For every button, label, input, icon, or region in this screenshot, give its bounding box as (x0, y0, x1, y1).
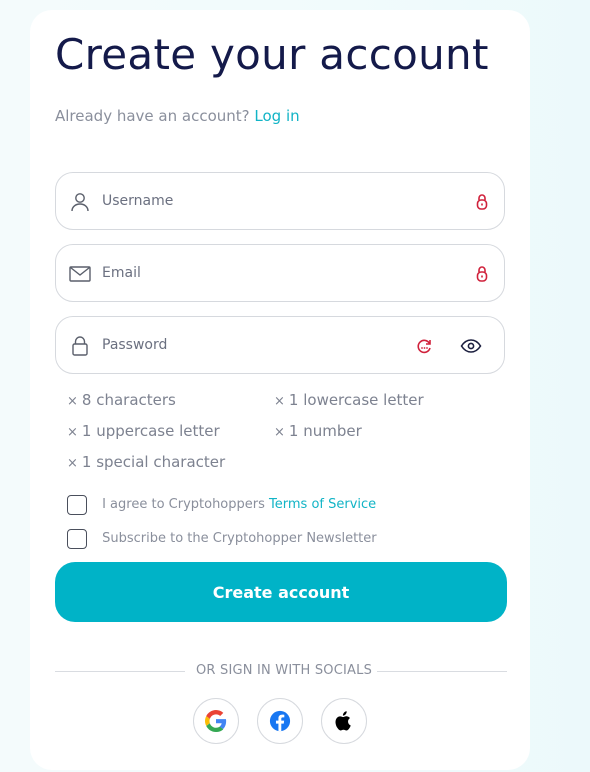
apple-icon (335, 711, 351, 731)
requirement-lowercase: × 1 lowercase letter (274, 391, 424, 409)
social-divider-label: OR SIGN IN WITH SOCIALS (196, 663, 373, 678)
user-icon (68, 190, 92, 214)
cross-icon: × (274, 394, 285, 409)
newsletter-row: Subscribe to the Cryptohopper Newsletter (67, 528, 377, 550)
password-manager-lock-icon[interactable] (472, 264, 492, 284)
cross-icon: × (274, 425, 285, 440)
divider-line-right (377, 671, 507, 672)
username-field[interactable] (55, 172, 505, 230)
requirement-length: × 8 characters (67, 391, 176, 409)
google-signin-button[interactable] (193, 698, 239, 744)
terms-checkbox[interactable] (67, 494, 87, 515)
password-input[interactable] (102, 331, 402, 359)
create-account-button[interactable]: Create account (55, 562, 507, 622)
email-field[interactable] (55, 244, 505, 302)
cross-icon: × (67, 456, 78, 471)
requirement-uppercase: × 1 uppercase letter (67, 422, 220, 440)
terms-label: I agree to Cryptohoppers Terms of Servic… (102, 497, 377, 512)
cross-icon: × (67, 394, 78, 409)
password-manager-lock-icon[interactable] (472, 192, 492, 212)
envelope-icon (68, 262, 92, 286)
facebook-icon (269, 710, 291, 732)
cross-icon: × (67, 425, 78, 440)
page-title: Create your account (55, 30, 489, 79)
newsletter-checkbox[interactable] (67, 528, 87, 549)
requirement-special: × 1 special character (67, 453, 226, 471)
eye-icon[interactable] (460, 336, 482, 356)
login-prompt-text: Already have an account? (55, 107, 250, 125)
divider-line-left (55, 671, 185, 672)
terms-row: I agree to Cryptohoppers Terms of Servic… (67, 494, 376, 516)
password-generator-icon[interactable] (414, 336, 434, 356)
requirement-number: × 1 number (274, 422, 362, 440)
password-field[interactable] (55, 316, 505, 374)
login-link[interactable]: Log in (254, 107, 299, 125)
facebook-signin-button[interactable] (257, 698, 303, 744)
login-prompt: Already have an account? Log in (55, 107, 300, 125)
username-input[interactable] (102, 187, 402, 215)
apple-signin-button[interactable] (321, 698, 367, 744)
email-input[interactable] (102, 259, 402, 287)
newsletter-label: Subscribe to the Cryptohopper Newsletter (102, 531, 377, 546)
padlock-icon (68, 334, 92, 358)
google-icon (205, 710, 227, 732)
terms-of-service-link[interactable]: Terms of Service (269, 497, 376, 512)
